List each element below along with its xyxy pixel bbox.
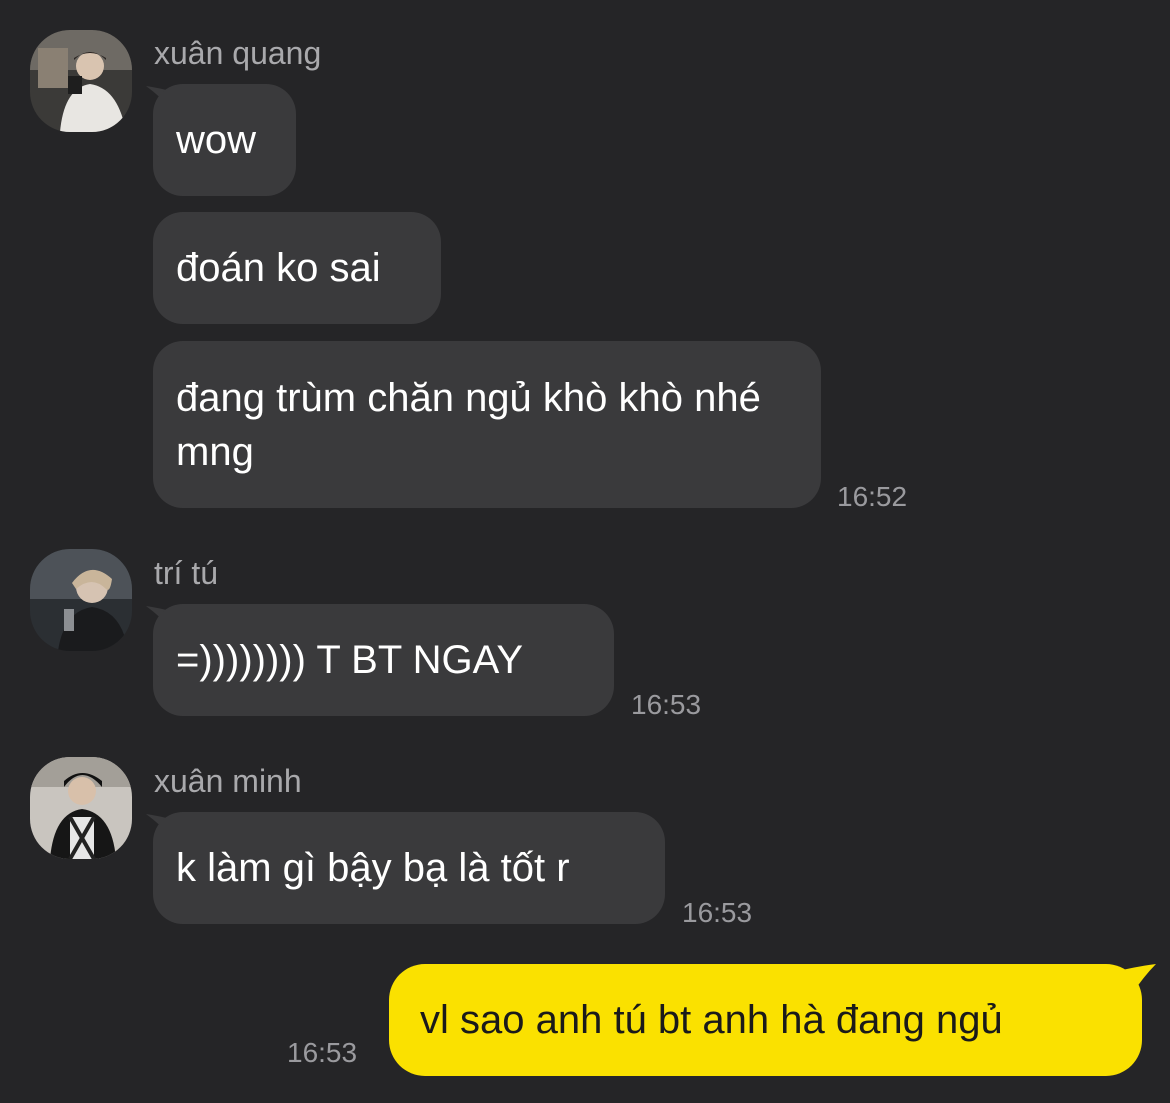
user-avatar-photo-icon: [30, 549, 132, 651]
message-timestamp: 16:53: [631, 689, 702, 720]
user-avatar-photo-icon: [30, 757, 132, 859]
message-timestamp: 16:53: [682, 897, 753, 928]
sender-name: trí tú: [154, 555, 219, 591]
message-bubble[interactable]: k làm gì bậy bạ là tốt r: [153, 812, 665, 924]
message-text: đoán ko sai: [176, 246, 381, 290]
sender-name: xuân minh: [154, 763, 302, 799]
sender-name: xuân quang: [154, 35, 322, 71]
message-bubble[interactable]: wow: [153, 84, 296, 196]
message-bubble[interactable]: đang trùm chăn ngủ khò khò nhé mng: [153, 341, 821, 508]
message-timestamp: 16:53: [287, 1037, 358, 1068]
message-text: vl sao anh tú bt anh hà đang ngủ: [420, 997, 1003, 1042]
message-bubble[interactable]: đoán ko sai: [153, 212, 441, 324]
message-text: wow: [176, 118, 257, 162]
outgoing-message-bubble[interactable]: vl sao anh tú bt anh hà đang ngủ: [389, 964, 1142, 1076]
avatar-xuan-minh[interactable]: [30, 757, 132, 859]
message-timestamp: 16:52: [837, 481, 908, 512]
message-text: =)))))))) T BT NGAY: [176, 638, 524, 682]
user-avatar-photo-icon: [30, 30, 132, 132]
message-text: đang trùm chăn ngủ khò khò nhé mng: [176, 375, 761, 474]
message-bubble[interactable]: =)))))))) T BT NGAY: [153, 604, 614, 716]
avatar-xuan-quang[interactable]: [30, 30, 132, 132]
avatar-tri-tu[interactable]: [30, 549, 132, 651]
message-text: k làm gì bậy bạ là tốt r: [176, 846, 570, 890]
